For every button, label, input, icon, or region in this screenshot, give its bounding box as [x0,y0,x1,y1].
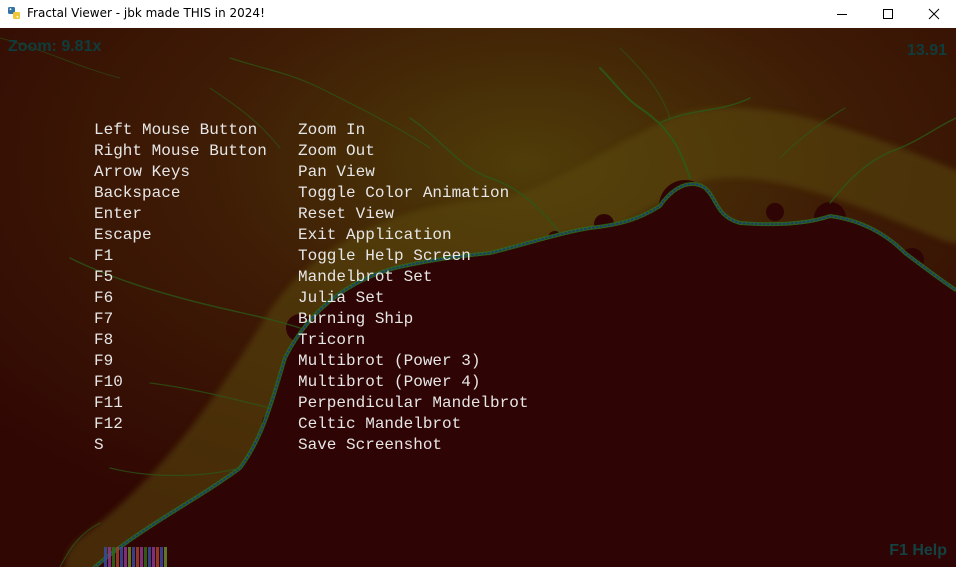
help-action: Exit Application [298,226,452,244]
help-action: Toggle Help Screen [298,247,471,265]
help-action: Save Screenshot [298,436,443,454]
python-icon [8,7,20,19]
help-action: Mandelbrot Set [298,268,433,286]
help-action: Burning Ship [298,310,414,328]
help-key: Escape [94,226,152,244]
fractal-image [0,28,956,567]
help-action: Celtic Mandelbrot [298,415,462,433]
help-key: F7 [94,310,114,328]
close-button[interactable] [911,0,956,28]
help-key: F1 [94,247,114,265]
help-action: Multibrot (Power 3) [298,352,481,370]
help-key: F9 [94,352,114,370]
help-key: F10 [94,373,123,391]
help-key: Backspace [94,184,181,202]
help-action: Tricorn [298,331,366,349]
help-key: S [94,436,104,454]
help-action: Zoom Out [298,142,375,160]
help-key: F5 [94,268,114,286]
help-action: Reset View [298,205,395,223]
help-key: F11 [94,394,123,412]
fractal-canvas[interactable]: Zoom: 9.81x 13.91 F1 Help Left Mouse But… [0,28,956,567]
maximize-icon [883,9,893,19]
help-key: F8 [94,331,114,349]
help-key: Arrow Keys [94,163,191,181]
app-window: Fractal Viewer - jbk made THIS in 2024! [0,0,956,567]
help-action: Pan View [298,163,375,181]
fps-counter: 13.91 [906,42,947,59]
help-action: Zoom In [298,121,366,139]
help-key: Enter [94,205,143,223]
minimize-button[interactable] [819,0,865,28]
minimize-icon [837,14,847,15]
help-key: F12 [94,415,123,433]
help-action: Julia Set [298,289,385,307]
help-action: Multibrot (Power 4) [298,373,481,391]
help-action: Toggle Color Animation [298,184,510,202]
help-key: Right Mouse Button [94,142,267,160]
help-action: Perpendicular Mandelbrot [298,394,529,412]
help-key: F6 [94,289,114,307]
help-key: Left Mouse Button [94,121,258,139]
zoom-level: Zoom: 9.81x [8,38,102,55]
help-hint: F1 Help [889,542,947,559]
maximize-button[interactable] [865,0,911,28]
title-bar[interactable]: Fractal Viewer - jbk made THIS in 2024! [0,0,956,28]
window-title: Fractal Viewer - jbk made THIS in 2024! [27,6,265,20]
close-icon [928,8,940,20]
